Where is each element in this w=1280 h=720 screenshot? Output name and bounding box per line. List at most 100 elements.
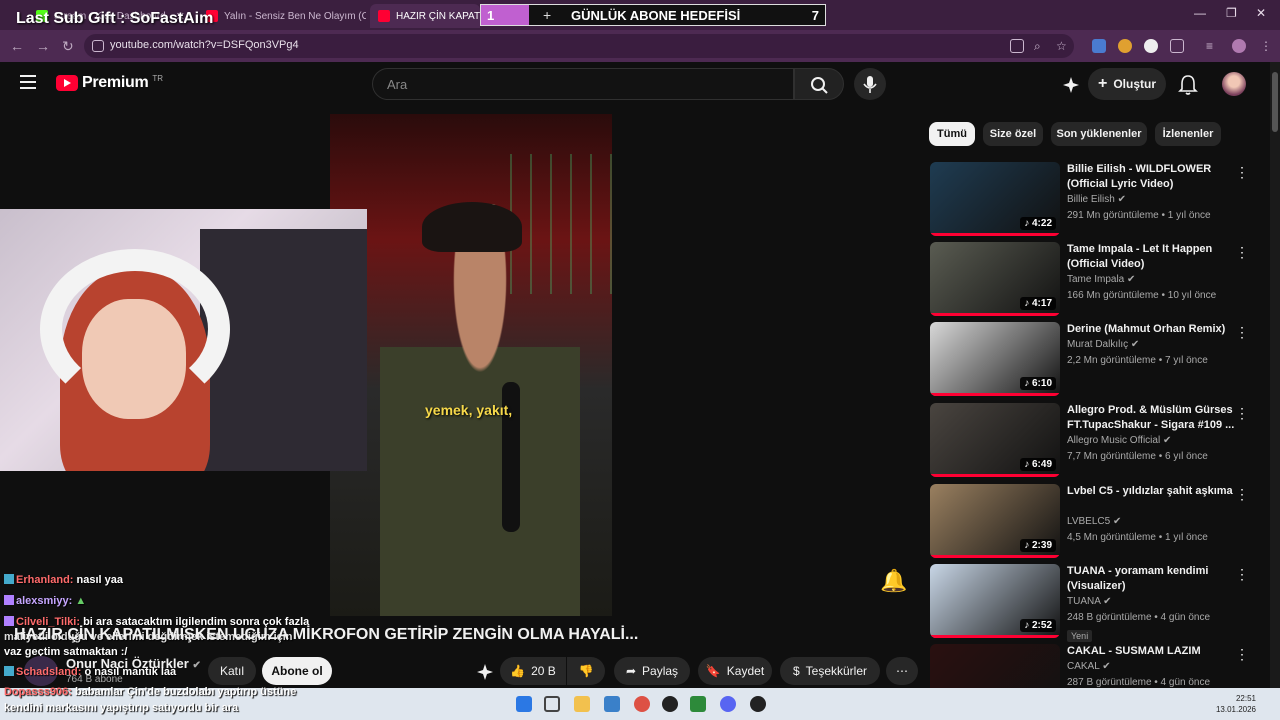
close-window-icon[interactable]: ✕ bbox=[1256, 6, 1266, 20]
youtube-premium-logo[interactable]: Premium TR bbox=[56, 74, 163, 92]
recommended-video-card[interactable]: ♪ 2:52 TUANA - yoramam kendimi (Visualize… bbox=[930, 564, 1270, 642]
extension-icon[interactable] bbox=[1118, 39, 1132, 53]
goal-target: 7 bbox=[811, 8, 819, 23]
tab-yalin[interactable]: Yalın - Sensiz Ben Ne Olayım (Offic ✕ bbox=[198, 4, 366, 28]
more-options-icon[interactable]: ⋮ bbox=[1235, 486, 1249, 503]
video-card-channel[interactable]: Billie Eilish ✔ bbox=[1067, 194, 1126, 205]
video-thumbnail[interactable]: ♪ 6:10 bbox=[930, 322, 1060, 396]
back-icon[interactable]: ← bbox=[10, 38, 24, 54]
video-thumbnail[interactable]: ♪ 2:39 bbox=[930, 484, 1060, 558]
dislike-button[interactable]: 👎 bbox=[567, 657, 605, 685]
chip-for-you[interactable]: Size özel bbox=[983, 122, 1043, 146]
more-options-icon[interactable]: ⋮ bbox=[1235, 244, 1249, 261]
share-button[interactable]: ➦ Paylaş bbox=[614, 657, 690, 685]
browser-menu-icon[interactable]: ⋮ bbox=[1260, 39, 1274, 53]
discord-icon[interactable] bbox=[720, 696, 736, 712]
logo-text: Premium bbox=[82, 74, 149, 91]
chat-badge-icon bbox=[4, 616, 14, 626]
watch-progress-bar bbox=[930, 233, 1060, 236]
video-card-channel[interactable]: Murat Dalkılıç ✔ bbox=[1067, 339, 1139, 350]
video-card-title[interactable]: TUANA - yoramam kendimi (Visualizer) bbox=[1067, 564, 1235, 594]
video-player[interactable] bbox=[330, 114, 612, 616]
url-field[interactable]: youtube.com/watch?v=DSFQon3VPg4 bbox=[84, 34, 1074, 58]
chrome-icon[interactable] bbox=[634, 696, 650, 712]
video-card-channel[interactable]: Allegro Music Official ✔ bbox=[1067, 435, 1171, 446]
recommended-video-card[interactable]: ♪ 4:17 Tame Impala - Let It Happen (Offic… bbox=[930, 242, 1270, 318]
video-card-title[interactable]: Allegro Prod. & Müslüm Gürses FT.TupacSh… bbox=[1067, 403, 1235, 433]
video-card-channel[interactable]: TUANA ✔ bbox=[1067, 596, 1112, 607]
page-scrollbar[interactable] bbox=[1270, 62, 1280, 688]
video-card-meta: 166 Mn görüntüleme • 10 yıl önce bbox=[1067, 290, 1217, 301]
search-button[interactable] bbox=[794, 68, 844, 100]
chip-all[interactable]: Tümü bbox=[929, 122, 975, 146]
chip-watched[interactable]: İzlenenler bbox=[1155, 122, 1221, 146]
chip-recent[interactable]: Son yüklenenler bbox=[1051, 122, 1147, 146]
profile-avatar[interactable] bbox=[1232, 39, 1246, 53]
extension-icon[interactable] bbox=[1144, 39, 1158, 53]
video-card-channel[interactable]: CAKAL ✔ bbox=[1067, 661, 1111, 672]
video-card-title[interactable]: Derine (Mahmut Orhan Remix) bbox=[1067, 322, 1235, 337]
recommended-video-card[interactable]: ♪ 6:49 Allegro Prod. & Müslüm Gürses FT.T… bbox=[930, 403, 1270, 479]
video-thumbnail[interactable]: ♪ 2:52 bbox=[930, 564, 1060, 638]
subscribe-button[interactable]: Abone ol bbox=[262, 657, 332, 685]
share-icon: ➦ bbox=[625, 664, 637, 678]
more-actions-button[interactable]: ⋯ bbox=[886, 657, 918, 685]
site-info-icon[interactable] bbox=[92, 40, 104, 52]
system-clock[interactable]: 22:51 13.01.2026 bbox=[1216, 693, 1256, 715]
youtube-favicon-icon bbox=[378, 10, 390, 22]
cast-icon[interactable] bbox=[1010, 39, 1024, 53]
create-button[interactable]: + Oluştur bbox=[1088, 68, 1166, 100]
reading-list-icon[interactable]: ≡ bbox=[1206, 39, 1220, 53]
hamburger-menu-icon[interactable] bbox=[20, 75, 36, 93]
save-button[interactable]: 🔖 Kaydet bbox=[698, 657, 772, 685]
video-card-channel[interactable]: Tame Impala ✔ bbox=[1067, 274, 1135, 285]
thanks-button[interactable]: $ Teşekkürler bbox=[780, 657, 880, 685]
more-options-icon[interactable]: ⋮ bbox=[1235, 566, 1249, 583]
forward-icon[interactable]: → bbox=[36, 38, 50, 54]
restore-icon[interactable]: ❐ bbox=[1226, 6, 1237, 20]
voice-search-button[interactable] bbox=[854, 68, 886, 100]
video-card-title[interactable]: Lvbel C5 - yıldızlar şahit aşkıma bbox=[1067, 484, 1235, 499]
notifications-bell-icon[interactable] bbox=[1178, 74, 1198, 96]
video-card-title[interactable]: Billie Eilish - WILDFLOWER (Official Lyr… bbox=[1067, 162, 1235, 192]
scrollbar-thumb[interactable] bbox=[1272, 72, 1278, 132]
app-icon[interactable] bbox=[690, 696, 706, 712]
app-icon[interactable] bbox=[750, 696, 766, 712]
app-icon[interactable] bbox=[662, 696, 678, 712]
recommended-video-card[interactable]: ♪ 6:10 Derine (Mahmut Orhan Remix) Murat D… bbox=[930, 322, 1270, 398]
reload-icon[interactable]: ↻ bbox=[62, 38, 74, 55]
extensions-puzzle-icon[interactable] bbox=[1170, 39, 1184, 53]
recommended-video-card[interactable]: ♪ 4:22 Billie Eilish - WILDFLOWER (Offici… bbox=[930, 162, 1270, 238]
store-icon[interactable] bbox=[604, 696, 620, 712]
minimize-icon[interactable]: — bbox=[1194, 6, 1206, 20]
video-thumbnail[interactable]: ♪ 4:17 bbox=[930, 242, 1060, 316]
video-thumbnail[interactable]: ♪ 6:49 bbox=[930, 403, 1060, 477]
more-options-icon[interactable]: ⋮ bbox=[1235, 324, 1249, 341]
video-duration: ♪ 2:39 bbox=[1020, 539, 1056, 552]
bookmark-star-icon[interactable]: ☆ bbox=[1056, 39, 1070, 53]
chat-text: nasıl yaa bbox=[76, 574, 123, 586]
search-input[interactable]: Ara bbox=[372, 68, 794, 100]
account-avatar[interactable] bbox=[1222, 72, 1246, 96]
video-card-channel[interactable]: LVBELC5 ✔ bbox=[1067, 516, 1121, 527]
verified-icon: ✔ bbox=[192, 660, 201, 671]
video-card-title[interactable]: CAKAL - SUSMAM LAZIM bbox=[1067, 644, 1235, 659]
more-options-icon[interactable]: ⋮ bbox=[1235, 164, 1249, 181]
like-button[interactable]: 👍 20 B bbox=[500, 657, 566, 685]
tab-current-video[interactable]: HAZIR ÇİN KAPATILMIŞKE bbox=[370, 4, 480, 28]
zoom-icon[interactable]: ⌕ bbox=[1034, 39, 1048, 53]
ask-sparkle-icon[interactable] bbox=[476, 663, 494, 681]
recommended-video-card[interactable]: ♪ 2:39 Lvbel C5 - yıldızlar şahit aşkıma L… bbox=[930, 484, 1270, 560]
goal-label: GÜNLÜK ABONE HEDEFİSİ bbox=[571, 8, 741, 23]
start-menu-icon[interactable] bbox=[516, 696, 532, 712]
more-options-icon[interactable]: ⋮ bbox=[1235, 646, 1249, 663]
upload-sparkle-icon[interactable] bbox=[1062, 76, 1080, 94]
join-button[interactable]: Katıl bbox=[208, 657, 256, 685]
thumbs-up-icon: 👍 bbox=[510, 664, 526, 678]
video-card-title[interactable]: Tame Impala - Let It Happen (Official Vi… bbox=[1067, 242, 1235, 272]
file-explorer-icon[interactable] bbox=[574, 696, 590, 712]
video-thumbnail[interactable]: ♪ 4:22 bbox=[930, 162, 1060, 236]
task-view-icon[interactable] bbox=[544, 696, 560, 712]
extension-icon[interactable] bbox=[1092, 39, 1106, 53]
more-options-icon[interactable]: ⋮ bbox=[1235, 405, 1249, 422]
